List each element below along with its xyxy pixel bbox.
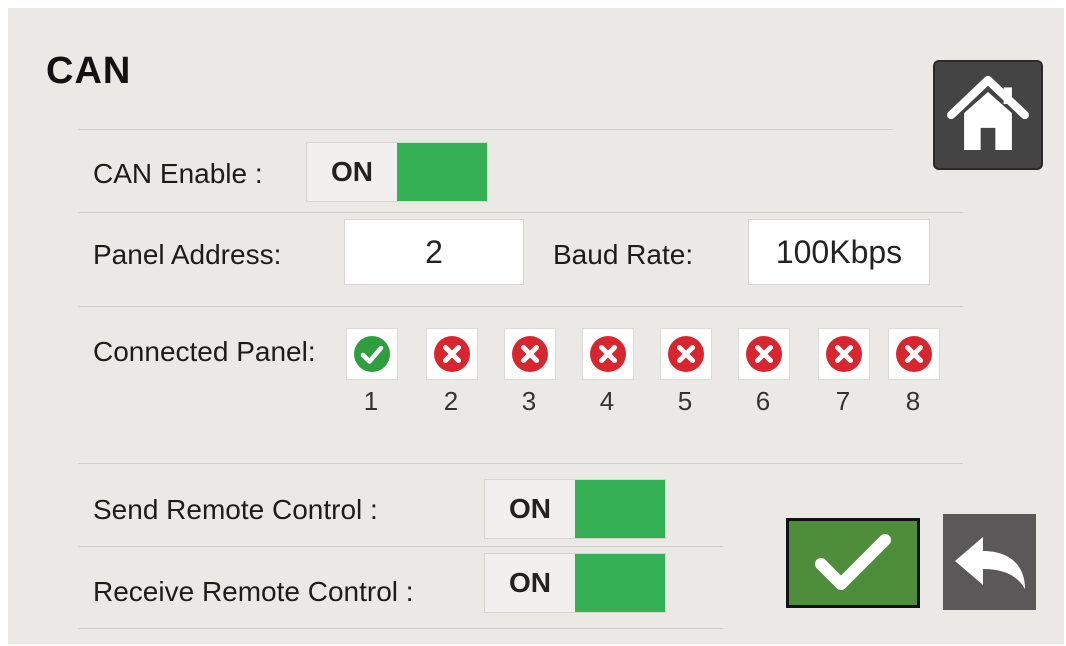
receive-remote-label: Receive Remote Control : — [93, 576, 414, 607]
panel-number: 4 — [599, 386, 615, 416]
confirm-button[interactable] — [786, 518, 920, 608]
checkmark-icon — [815, 534, 891, 590]
x-circle-icon — [434, 336, 470, 372]
toggle-switch-on — [397, 143, 487, 201]
panel-address-field[interactable]: 2 — [344, 219, 524, 285]
x-circle-icon — [668, 336, 704, 372]
panel-number: 8 — [905, 386, 921, 416]
toggle-switch-on — [575, 480, 665, 538]
can-enable-label: CAN Enable : — [93, 158, 263, 189]
x-circle-icon — [590, 336, 626, 372]
x-circle-icon — [826, 336, 862, 372]
receive-remote-state: ON — [509, 567, 551, 598]
home-icon — [947, 75, 1029, 150]
receive-remote-toggle[interactable]: ON — [484, 553, 666, 613]
panel-address-label: Panel Address: — [93, 239, 282, 270]
divider — [78, 306, 963, 307]
divider — [78, 463, 963, 464]
divider — [78, 546, 723, 547]
baud-rate-field[interactable]: 100Kbps — [748, 219, 930, 285]
panel-status-7 — [818, 328, 870, 380]
x-circle-icon — [512, 336, 548, 372]
panel-status-8 — [888, 328, 940, 380]
panel-number: 7 — [835, 386, 851, 416]
panel-number: 6 — [755, 386, 771, 416]
back-arrow-icon — [954, 537, 1025, 589]
x-circle-icon — [746, 336, 782, 372]
panel-status-5 — [660, 328, 712, 380]
home-button[interactable] — [933, 60, 1043, 170]
page-title: CAN — [46, 50, 132, 92]
baud-rate-label: Baud Rate: — [553, 239, 694, 270]
panel-status-6 — [738, 328, 790, 380]
send-remote-state: ON — [509, 493, 551, 524]
can-settings-screen: CAN CAN Enable : ON Panel Address: 2 Bau… — [8, 8, 1064, 644]
send-remote-toggle[interactable]: ON — [484, 479, 666, 539]
connected-panel-label: Connected Panel: — [93, 336, 316, 367]
divider — [78, 212, 963, 213]
panel-number: 2 — [443, 386, 459, 416]
panel-number: 3 — [521, 386, 537, 416]
back-button[interactable] — [943, 514, 1036, 610]
panel-number: 1 — [363, 386, 379, 416]
panel-status-3 — [504, 328, 556, 380]
panel-number: 5 — [677, 386, 693, 416]
divider — [78, 129, 893, 130]
panel-status-4 — [582, 328, 634, 380]
check-circle-icon — [354, 336, 390, 372]
toggle-switch-on — [575, 554, 665, 612]
panel-status-1 — [346, 328, 398, 380]
divider — [78, 628, 723, 629]
x-circle-icon — [896, 336, 932, 372]
can-enable-toggle[interactable]: ON — [306, 142, 488, 202]
panel-status-2 — [426, 328, 478, 380]
send-remote-label: Send Remote Control : — [93, 494, 378, 525]
can-enable-state: ON — [331, 156, 373, 187]
